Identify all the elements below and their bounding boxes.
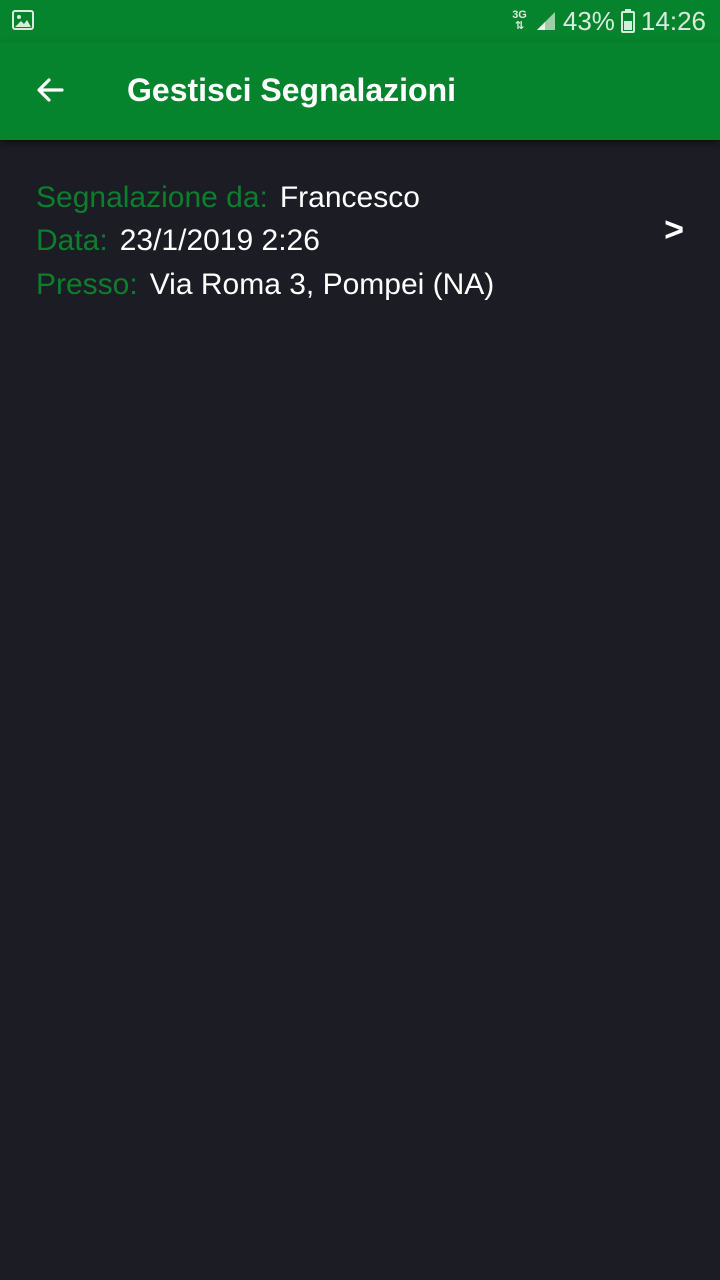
network-type: 3G ⇅ xyxy=(512,10,527,32)
location-label: Presso: xyxy=(36,268,138,301)
gallery-notification-icon xyxy=(12,10,34,30)
status-bar: 3G ⇅ 43% 14:26 xyxy=(0,0,720,42)
data-arrows-icon: ⇅ xyxy=(514,20,525,32)
battery-percent: 43% xyxy=(562,5,615,36)
sender-row: Segnalazione da: Francesco xyxy=(36,178,420,218)
back-button[interactable] xyxy=(22,62,78,118)
sender-value: Francesco xyxy=(279,181,420,214)
date-label: Data: xyxy=(36,224,108,257)
arrow-back-icon xyxy=(37,78,64,102)
location-row: Presso: Via Roma 3, Pompei (NA) xyxy=(36,265,494,305)
chevron-right-icon[interactable]: > xyxy=(664,210,684,250)
app-bar: Gestisci Segnalazioni xyxy=(0,42,720,140)
date-row: Data: 23/1/2019 2:26 xyxy=(36,221,320,261)
signal-icon xyxy=(536,12,555,30)
status-indicators: 3G ⇅ 43% 14:26 xyxy=(512,6,706,36)
location-value: Via Roma 3, Pompei (NA) xyxy=(149,268,495,301)
page-title: Gestisci Segnalazioni xyxy=(127,72,456,108)
clock: 14:26 xyxy=(640,5,706,36)
date-value: 23/1/2019 2:26 xyxy=(119,224,320,257)
report-list-item[interactable]: Segnalazione da: Francesco Data: 23/1/2019… xyxy=(0,170,720,310)
battery-icon xyxy=(620,9,635,33)
sender-label: Segnalazione da: xyxy=(36,181,268,214)
